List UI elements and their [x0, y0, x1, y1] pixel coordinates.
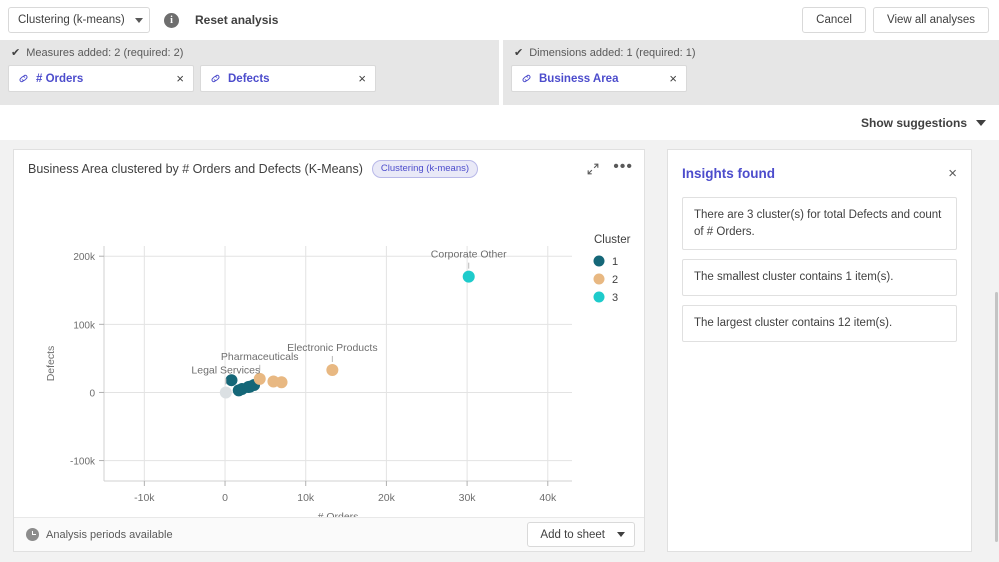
link-icon [18, 73, 29, 84]
svg-text:0: 0 [89, 388, 95, 399]
svg-text:20k: 20k [378, 492, 396, 504]
svg-text:100k: 100k [73, 320, 96, 331]
svg-text:1: 1 [612, 256, 618, 268]
measures-panel: ✔ Measures added: 2 (required: 2) # Orde… [0, 40, 499, 105]
clock-icon [26, 528, 39, 541]
algorithm-dropdown-label: Clustering (k-means) [18, 14, 131, 26]
measures-chips: # Orders × Defects × [8, 65, 491, 92]
analysis-periods-text: Analysis periods available [46, 529, 173, 541]
toolbar-actions: Cancel View all analyses [802, 7, 989, 33]
chart-header: Business Area clustered by # Orders and … [14, 150, 644, 188]
svg-text:10k: 10k [297, 492, 315, 504]
scrollbar-thumb[interactable] [995, 292, 998, 542]
expand-icon[interactable] [586, 162, 600, 176]
check-icon: ✔ [11, 48, 20, 59]
svg-text:30k: 30k [459, 492, 477, 504]
chart-title: Business Area clustered by # Orders and … [28, 162, 363, 176]
chevron-down-icon [135, 18, 143, 23]
algorithm-dropdown[interactable]: Clustering (k-means) [8, 7, 150, 33]
insights-list: There are 3 cluster(s) for total Defects… [668, 181, 971, 342]
link-icon [521, 73, 532, 84]
remove-measure-icon[interactable]: × [174, 72, 186, 85]
svg-text:Cluster: Cluster [594, 234, 631, 246]
svg-text:-100k: -100k [70, 457, 96, 468]
chevron-down-icon [617, 532, 625, 537]
close-icon[interactable]: × [948, 166, 957, 181]
dimensions-header-label: Dimensions added: 1 (required: 1) [529, 47, 695, 59]
remove-measure-icon[interactable]: × [356, 72, 368, 85]
dimensions-panel: ✔ Dimensions added: 1 (required: 1) Busi… [503, 40, 999, 105]
measures-header: ✔ Measures added: 2 (required: 2) [8, 47, 491, 59]
link-icon [210, 73, 221, 84]
chart-header-actions: ••• [586, 162, 633, 176]
measure-chip-label: # Orders [36, 73, 174, 85]
insight-card[interactable]: The largest cluster contains 12 item(s). [682, 305, 957, 342]
dimensions-chips: Business Area × [511, 65, 991, 92]
svg-text:200k: 200k [73, 252, 96, 263]
fields-strip: ✔ Measures added: 2 (required: 2) # Orde… [0, 40, 999, 105]
svg-text:Defects: Defects [45, 346, 57, 382]
measure-chip-label: Defects [228, 73, 356, 85]
insights-header: Insights found × [668, 150, 971, 181]
add-to-sheet-button[interactable]: Add to sheet [527, 522, 635, 547]
insight-card[interactable]: The smallest cluster contains 1 item(s). [682, 259, 957, 296]
info-icon[interactable]: i [164, 13, 179, 28]
top-toolbar: Clustering (k-means) i Reset analysis Ca… [0, 0, 999, 40]
svg-text:Legal Services: Legal Services [191, 364, 260, 376]
cancel-button[interactable]: Cancel [802, 7, 866, 33]
remove-dimension-icon[interactable]: × [667, 72, 679, 85]
analysis-type-badge: Clustering (k-means) [372, 160, 478, 178]
show-suggestions-button[interactable]: Show suggestions [861, 116, 986, 130]
svg-text:0: 0 [222, 492, 228, 504]
check-icon: ✔ [514, 48, 523, 59]
measure-chip-defects[interactable]: Defects × [200, 65, 376, 92]
svg-text:-10k: -10k [134, 492, 155, 504]
svg-text:Corporate Other: Corporate Other [431, 249, 507, 261]
add-to-sheet-label: Add to sheet [540, 529, 605, 541]
insight-card[interactable]: There are 3 cluster(s) for total Defects… [682, 197, 957, 250]
view-all-analyses-button[interactable]: View all analyses [873, 7, 989, 33]
insights-title: Insights found [682, 166, 775, 181]
insights-panel: Insights found × There are 3 cluster(s) … [667, 149, 972, 552]
chart-footer: Analysis periods available Add to sheet [14, 517, 644, 551]
svg-text:40k: 40k [539, 492, 557, 504]
dimensions-header: ✔ Dimensions added: 1 (required: 1) [511, 47, 991, 59]
chart-card: Business Area clustered by # Orders and … [13, 149, 645, 552]
svg-text:Electronic Products: Electronic Products [287, 342, 377, 354]
dimension-chip-label: Business Area [539, 73, 667, 85]
chevron-down-icon [976, 120, 986, 126]
ellipsis-menu-icon[interactable]: ••• [613, 163, 633, 176]
show-suggestions-label: Show suggestions [861, 116, 967, 130]
svg-text:2: 2 [612, 274, 618, 286]
scatter-plot[interactable]: -100k0100k200k-10k010k20k30k40k# OrdersD… [14, 188, 644, 518]
reset-analysis-button[interactable]: Reset analysis [195, 13, 278, 27]
measures-header-label: Measures added: 2 (required: 2) [26, 47, 183, 59]
svg-text:3: 3 [612, 292, 618, 304]
main-content-area: Business Area clustered by # Orders and … [0, 140, 999, 562]
scatter-plot-svg: -100k0100k200k-10k010k20k30k40k# OrdersD… [14, 188, 644, 518]
suggestions-row: Show suggestions [0, 105, 999, 140]
measure-chip-orders[interactable]: # Orders × [8, 65, 194, 92]
dimension-chip-business-area[interactable]: Business Area × [511, 65, 687, 92]
